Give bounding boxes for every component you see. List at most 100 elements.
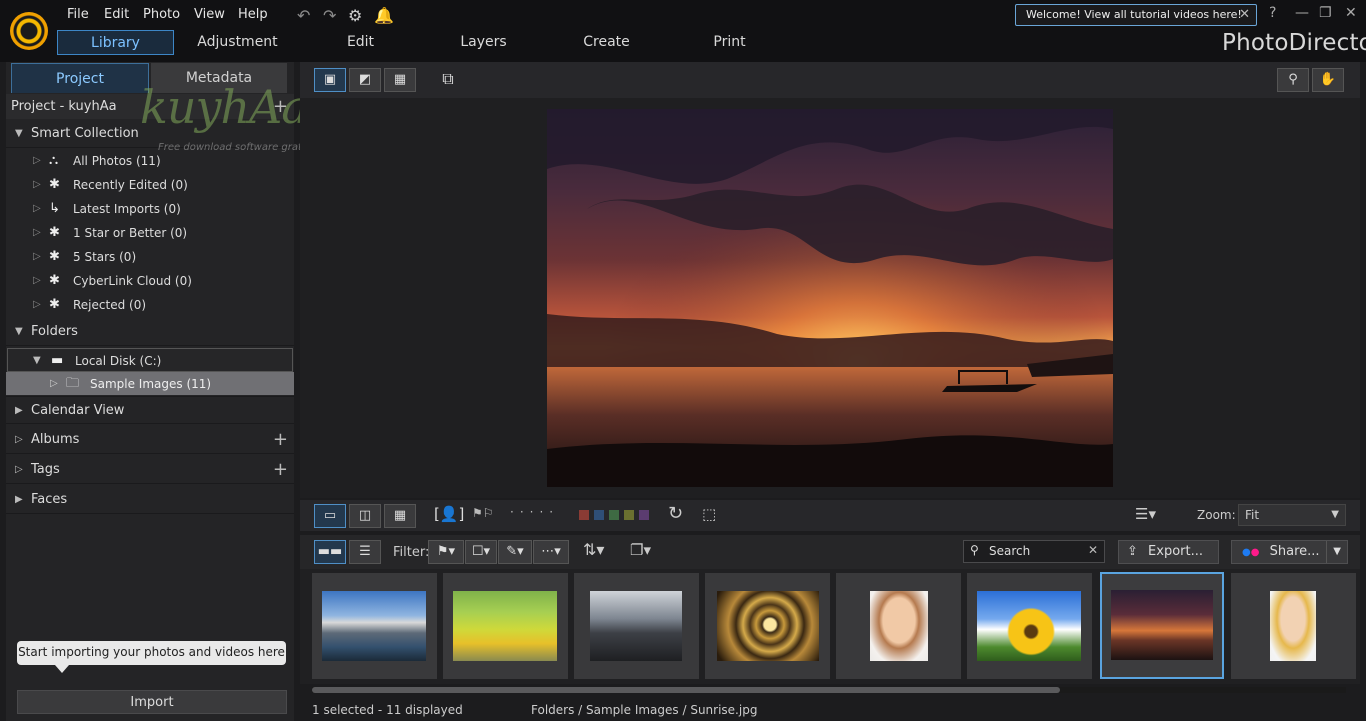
menu-view[interactable]: View: [194, 7, 225, 22]
scrollbar-thumb[interactable]: [312, 687, 1060, 693]
expanded-arrow-icon[interactable]: ▼: [15, 120, 23, 148]
add-album-icon[interactable]: +: [273, 426, 288, 454]
close-icon[interactable]: ✕: [1239, 5, 1250, 25]
view-fullscreen-icon[interactable]: ◩: [349, 68, 381, 92]
tab-print[interactable]: Print: [672, 30, 787, 55]
filter-flag-icon[interactable]: ⚑▾: [428, 540, 464, 564]
color-label-green[interactable]: [609, 510, 619, 520]
sort-order-icon[interactable]: ⇅▾: [583, 540, 604, 559]
import-button[interactable]: Import: [17, 690, 287, 714]
filter-more-icon[interactable]: ⋯▾: [533, 540, 569, 564]
collapsed-arrow-icon[interactable]: ▷: [33, 245, 41, 269]
zoom-select[interactable]: Fit ▼: [1238, 504, 1346, 526]
close-window-icon[interactable]: ✕: [1345, 5, 1357, 21]
tab-project[interactable]: Project: [11, 63, 149, 93]
tab-create[interactable]: Create: [549, 30, 664, 55]
search-box[interactable]: ⚲ Search ✕: [963, 540, 1105, 563]
settings-gear-icon[interactable]: ⚙: [348, 6, 362, 25]
rotate-screen-icon[interactable]: ⧉: [432, 68, 464, 92]
flag-icon[interactable]: ⚑⚐: [472, 506, 494, 520]
thumbnail[interactable]: [967, 573, 1092, 679]
rating-dots[interactable]: ·····: [510, 505, 559, 519]
share-button[interactable]: ●● Share... ▼: [1231, 540, 1348, 564]
collapsed-arrow-icon[interactable]: ▶: [15, 397, 23, 425]
filmstrip-scrollbar[interactable]: [312, 687, 1346, 693]
collapsed-arrow-icon[interactable]: ▷: [33, 221, 41, 245]
pan-hand-icon[interactable]: ✋: [1312, 68, 1344, 92]
collapsed-arrow-icon[interactable]: ▷: [33, 197, 41, 221]
collapsed-arrow-icon[interactable]: ▷: [33, 149, 41, 173]
thumbnail[interactable]: [1231, 573, 1356, 679]
smart-item-5-stars[interactable]: ▷ ✱ 5 Stars (0): [6, 245, 294, 269]
collapsed-arrow-icon[interactable]: ▷: [33, 293, 41, 317]
filter-checkbox-icon[interactable]: ☐▾: [465, 540, 497, 564]
minimize-icon[interactable]: —: [1295, 5, 1309, 21]
collapsed-arrow-icon[interactable]: ▷: [15, 456, 23, 484]
thumbnail[interactable]: [836, 573, 961, 679]
color-label-blue[interactable]: [594, 510, 604, 520]
menu-photo[interactable]: Photo: [143, 7, 180, 22]
smart-item-cyberlink-cloud[interactable]: ▷ ✱ CyberLink Cloud (0): [6, 269, 294, 293]
section-faces[interactable]: ▶ Faces: [6, 486, 294, 514]
redo-icon[interactable]: ↷: [323, 6, 336, 25]
zoom-tool-icon[interactable]: ⚲: [1277, 68, 1309, 92]
color-label-purple[interactable]: [639, 510, 649, 520]
tab-adjustment[interactable]: Adjustment: [180, 30, 295, 55]
collapsed-arrow-icon[interactable]: ▶: [15, 486, 23, 514]
list-view-icon[interactable]: ☰: [349, 540, 381, 564]
welcome-text[interactable]: Welcome! View all tutorial videos here!: [1026, 8, 1242, 21]
collapsed-arrow-icon[interactable]: ▷: [50, 372, 58, 396]
export-button[interactable]: ⇪ Export...: [1118, 540, 1219, 564]
add-tag-icon[interactable]: +: [273, 456, 288, 484]
thumbnail-selected[interactable]: [1100, 572, 1224, 679]
search-input[interactable]: Search: [989, 544, 1030, 558]
folder-sample-images[interactable]: ▷ 🗀 Sample Images (11): [6, 372, 294, 395]
collapsed-arrow-icon[interactable]: ▷: [33, 173, 41, 197]
menu-edit[interactable]: Edit: [104, 7, 129, 22]
clear-search-icon[interactable]: ✕: [1088, 543, 1098, 557]
filmstrip-view-icon[interactable]: ▬▬: [314, 540, 346, 564]
smart-item-rejected[interactable]: ▷ ✱ Rejected (0): [6, 293, 294, 317]
view-single-photo-icon[interactable]: ▣: [314, 68, 346, 92]
collapsed-arrow-icon[interactable]: ▷: [33, 269, 41, 293]
expanded-arrow-icon[interactable]: ▼: [15, 318, 23, 346]
tab-library[interactable]: Library: [57, 30, 174, 55]
thumbnail[interactable]: [312, 573, 437, 679]
chevron-down-icon[interactable]: ▼: [1331, 505, 1339, 525]
section-folders[interactable]: ▼ Folders: [6, 318, 294, 346]
face-tag-icon[interactable]: [👤]: [434, 505, 464, 523]
thumbnail[interactable]: [574, 573, 699, 679]
view-grid-icon[interactable]: ▦: [384, 68, 416, 92]
welcome-banner[interactable]: Welcome! View all tutorial videos here! …: [1015, 4, 1257, 26]
smart-item-latest-imports[interactable]: ▷ ↳ Latest Imports (0): [6, 197, 294, 221]
stack-icon[interactable]: ❐▾: [630, 541, 651, 559]
menu-help[interactable]: Help: [238, 7, 268, 22]
tab-layers[interactable]: Layers: [426, 30, 541, 55]
tab-edit[interactable]: Edit: [303, 30, 418, 55]
single-view-icon[interactable]: ▭: [314, 504, 346, 528]
chevron-down-icon[interactable]: ▼: [1326, 541, 1341, 563]
expanded-arrow-icon[interactable]: ▼: [33, 349, 41, 373]
compare-multi-icon[interactable]: ▦: [384, 504, 416, 528]
color-labels[interactable]: [579, 510, 654, 521]
thumbnail[interactable]: [443, 573, 568, 679]
rotate-icon[interactable]: ↻: [668, 503, 683, 524]
info-menu-icon[interactable]: ☰▾: [1135, 505, 1156, 523]
crop-resize-icon[interactable]: ⬚: [702, 505, 716, 523]
smart-item-1-star[interactable]: ▷ ✱ 1 Star or Better (0): [6, 221, 294, 245]
smart-item-recently-edited[interactable]: ▷ ✱ Recently Edited (0): [6, 173, 294, 197]
restore-icon[interactable]: ❐: [1319, 5, 1332, 21]
undo-icon[interactable]: ↶: [297, 6, 310, 25]
section-tags[interactable]: ▷ Tags +: [6, 456, 294, 484]
filter-edit-icon[interactable]: ✎▾: [498, 540, 532, 564]
collapsed-arrow-icon[interactable]: ▷: [15, 426, 23, 454]
color-label-red[interactable]: [579, 510, 589, 520]
compare-two-icon[interactable]: ◫: [349, 504, 381, 528]
menu-file[interactable]: File: [67, 7, 89, 22]
color-label-yellow[interactable]: [624, 510, 634, 520]
section-calendar-view[interactable]: ▶ Calendar View: [6, 396, 294, 424]
section-albums[interactable]: ▷ Albums +: [6, 426, 294, 454]
thumbnail[interactable]: [705, 573, 830, 679]
notification-bell-icon[interactable]: 🔔: [374, 6, 394, 25]
folder-local-disk[interactable]: ▼ ▬ Local Disk (C:): [7, 348, 293, 372]
